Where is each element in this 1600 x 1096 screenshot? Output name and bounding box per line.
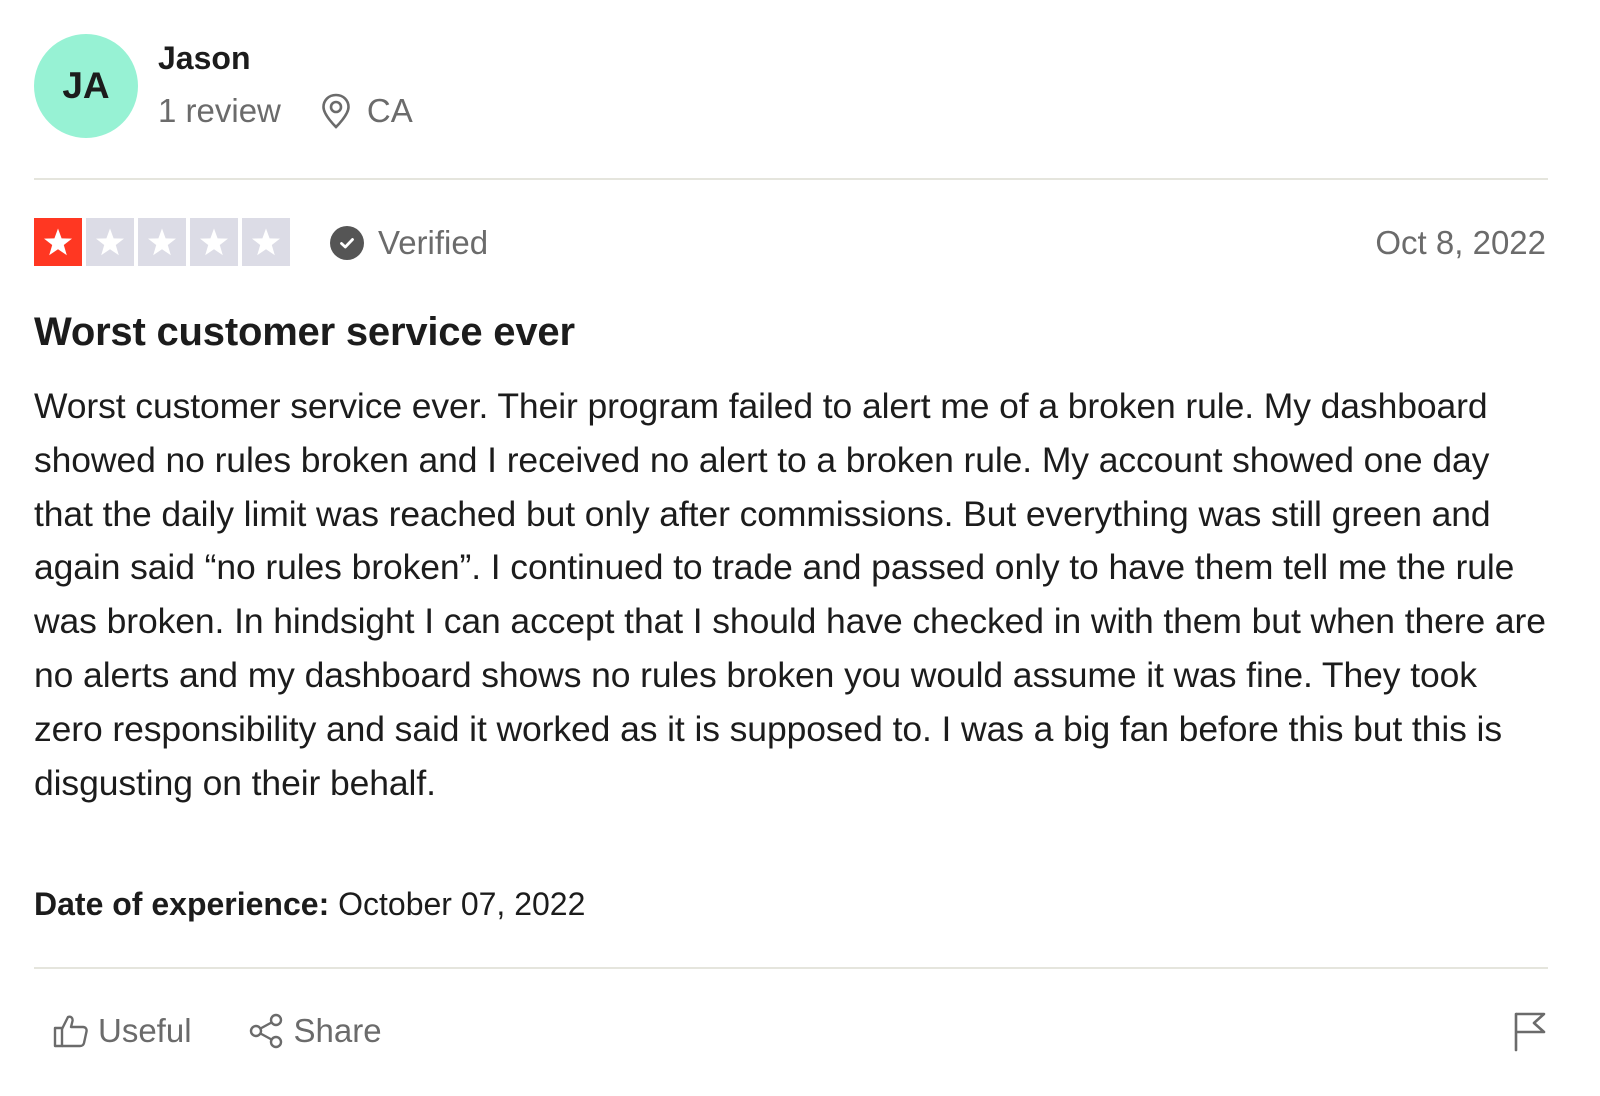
star-icon bbox=[44, 228, 72, 256]
review-actions: Useful Share bbox=[52, 1012, 382, 1050]
reviewer-location: CA bbox=[321, 92, 413, 130]
experience-label: Date of experience: bbox=[34, 886, 330, 922]
star-filled bbox=[34, 218, 82, 266]
date-of-experience: Date of experience: October 07, 2022 bbox=[34, 886, 585, 923]
share-label: Share bbox=[293, 1012, 382, 1049]
star-empty bbox=[138, 218, 186, 266]
reviewer-country: CA bbox=[366, 92, 413, 129]
avatar-initials: JA bbox=[62, 65, 110, 106]
location-pin-icon bbox=[322, 93, 350, 129]
star-icon bbox=[252, 228, 280, 256]
header-divider bbox=[34, 178, 1548, 180]
flag-icon bbox=[1514, 1012, 1546, 1052]
reviewer-meta: 1 review CA bbox=[158, 92, 413, 130]
report-button[interactable] bbox=[1512, 1010, 1548, 1057]
useful-label: Useful bbox=[98, 1012, 192, 1049]
footer-divider bbox=[34, 967, 1548, 969]
share-button[interactable]: Share bbox=[248, 1012, 382, 1050]
avatar[interactable]: JA bbox=[34, 34, 138, 138]
verified-label: Verified bbox=[378, 224, 489, 261]
star-empty bbox=[242, 218, 290, 266]
share-icon bbox=[249, 1013, 282, 1049]
star-icon bbox=[96, 228, 124, 256]
useful-button[interactable]: Useful bbox=[52, 1012, 192, 1050]
review-count: 1 review bbox=[158, 92, 281, 129]
reviewer-name[interactable]: Jason bbox=[158, 40, 250, 77]
review-card: JA Jason 1 review CA Verified Oct 8, 202… bbox=[34, 0, 1548, 1096]
review-date: Oct 8, 2022 bbox=[1375, 224, 1546, 261]
review-title[interactable]: Worst customer service ever bbox=[34, 310, 575, 355]
review-body: Worst customer service ever. Their progr… bbox=[34, 386, 1546, 803]
verified-badge[interactable]: Verified bbox=[330, 224, 488, 262]
thumbs-up-icon bbox=[53, 1015, 88, 1048]
star-empty bbox=[190, 218, 238, 266]
star-empty bbox=[86, 218, 134, 266]
experience-date: October 07, 2022 bbox=[338, 886, 586, 922]
star-icon bbox=[200, 228, 228, 256]
star-rating bbox=[34, 218, 294, 266]
star-icon bbox=[148, 228, 176, 256]
check-circle-icon bbox=[330, 226, 364, 260]
